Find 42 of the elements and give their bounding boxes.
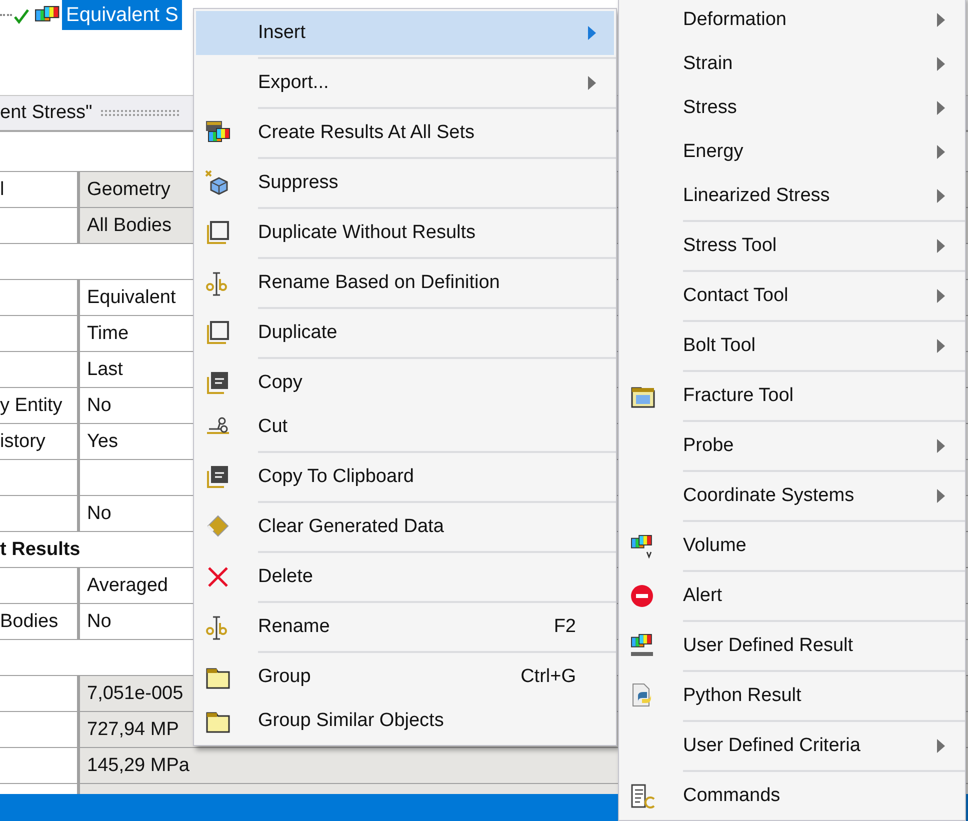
menu-item[interactable]: Contact Tool (621, 274, 963, 318)
menu-item[interactable]: Alert (621, 574, 963, 618)
property-label: l (0, 179, 4, 200)
menu-item[interactable]: Insert (196, 11, 614, 55)
menu-item[interactable]: Group Ctrl+G (196, 655, 614, 699)
menu-item[interactable]: Cut (196, 405, 614, 449)
menu-item[interactable]: Duplicate (196, 311, 614, 355)
property-label: Bodies (0, 611, 58, 632)
menu-item[interactable]: Suppress (196, 161, 614, 205)
square-icon (204, 219, 232, 247)
menu-item[interactable]: Delete (196, 555, 614, 599)
tree-item-label[interactable]: Equivalent S (62, 0, 182, 30)
menu-item[interactable]: Bolt Tool (621, 324, 963, 368)
menu-item[interactable]: Create Results At All Sets (196, 111, 614, 155)
shortcut-label: F2 (554, 616, 576, 638)
menu-item[interactable]: Stress (621, 86, 963, 130)
menu-item[interactable]: Rename Based on Definition (196, 261, 614, 305)
menu-item[interactable]: Volume (621, 524, 963, 568)
property-label: istory (0, 431, 46, 452)
menu-item[interactable]: Coordinate Systems (621, 474, 963, 518)
menu-item[interactable]: Strain (621, 42, 963, 86)
square-icon (204, 319, 232, 347)
menu-item[interactable]: Probe (621, 424, 963, 468)
menu-item[interactable]: Linearized Stress (621, 174, 963, 218)
menu-item[interactable]: Energy (621, 130, 963, 174)
menu-item[interactable]: Deformation (621, 0, 963, 42)
section-header: t Results (0, 538, 80, 562)
menu-item[interactable]: Rename F2 (196, 605, 614, 649)
property-label: y Entity (0, 395, 62, 416)
menu-item[interactable]: Clear Generated Data (196, 505, 614, 549)
menu-item[interactable]: Stress Tool (621, 224, 963, 268)
menu-item[interactable]: User Defined Result (621, 624, 963, 668)
panel-title: ent Stress" (0, 102, 92, 124)
menu-item[interactable]: Fracture Tool (621, 374, 963, 418)
text-file-icon (629, 782, 657, 810)
menu-item[interactable]: Copy (196, 361, 614, 405)
menu-item[interactable]: Export... (196, 61, 614, 105)
menu-item[interactable]: Duplicate Without Results (196, 211, 614, 255)
menu-item[interactable]: Python Result (621, 674, 963, 718)
menu-item[interactable]: Copy To Clipboard (196, 455, 614, 499)
shortcut-label: Ctrl+G (520, 666, 576, 688)
menu-item[interactable]: Group Similar Objects (196, 699, 614, 743)
